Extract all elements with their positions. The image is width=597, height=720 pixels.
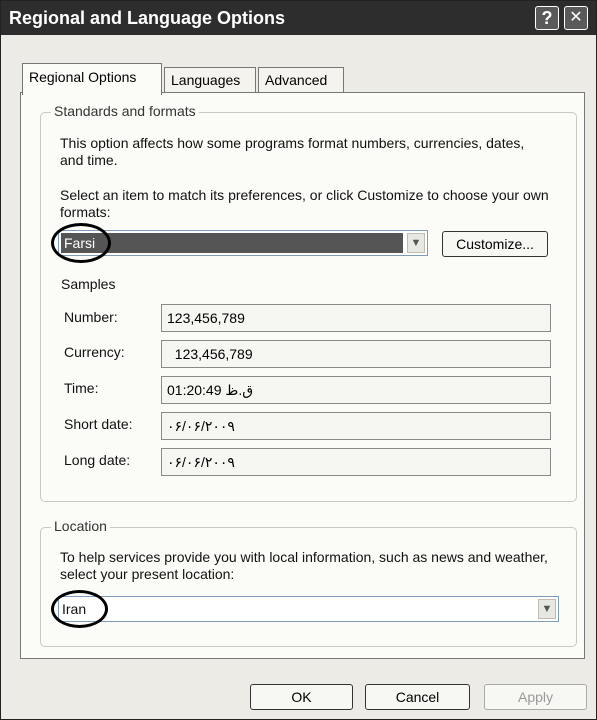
format-dropdown[interactable]: Farsi ▼	[58, 230, 428, 256]
tab-advanced[interactable]: Advanced	[258, 67, 344, 93]
sample-value: ۰۶/۰۶/۲۰۰۹	[161, 448, 551, 476]
standards-group-label: Standards and formats	[51, 103, 199, 119]
sample-label: Currency:	[64, 344, 125, 360]
location-group: Location	[40, 518, 577, 647]
sample-label: Number:	[64, 309, 118, 325]
location-dropdown[interactable]: Iran ▼	[58, 596, 559, 622]
samples-heading: Samples	[61, 276, 116, 292]
tab-regional-options[interactable]: Regional Options	[22, 63, 162, 95]
sample-label: Time:	[64, 380, 99, 396]
standards-instruction: Select an item to match its preferences,…	[60, 187, 549, 220]
sample-value: 123,456,789	[161, 340, 551, 368]
cancel-button[interactable]: Cancel	[365, 684, 470, 710]
dialog-window: Regional and Language Options ? ✕ Region…	[0, 0, 597, 720]
format-selected-value: Farsi	[61, 233, 403, 253]
location-description: To help services provide you with local …	[60, 549, 548, 582]
customize-button[interactable]: Customize...	[442, 231, 548, 257]
sample-label: Short date:	[64, 416, 133, 432]
sample-label: Long date:	[64, 452, 131, 468]
apply-button[interactable]: Apply	[484, 684, 587, 710]
tab-languages[interactable]: Languages	[164, 67, 256, 93]
chevron-down-icon[interactable]: ▼	[538, 599, 556, 619]
sample-value: 01:20:49 ق.ظ	[161, 376, 551, 404]
help-button[interactable]: ?	[535, 6, 559, 30]
location-selected-value: Iran	[62, 601, 87, 617]
close-button[interactable]: ✕	[564, 6, 588, 30]
sample-value: 123,456,789	[161, 304, 551, 332]
regional-options-panel: Standards and formats This option affect…	[20, 92, 585, 659]
window-title: Regional and Language Options	[9, 8, 286, 28]
ok-button[interactable]: OK	[250, 684, 353, 710]
location-group-label: Location	[51, 518, 110, 534]
standards-description: This option affects how some programs fo…	[60, 135, 525, 168]
title-bar[interactable]: Regional and Language Options ? ✕	[1, 1, 596, 35]
chevron-down-icon[interactable]: ▼	[407, 233, 425, 253]
sample-value: ۰۶/۰۶/۲۰۰۹	[161, 412, 551, 440]
